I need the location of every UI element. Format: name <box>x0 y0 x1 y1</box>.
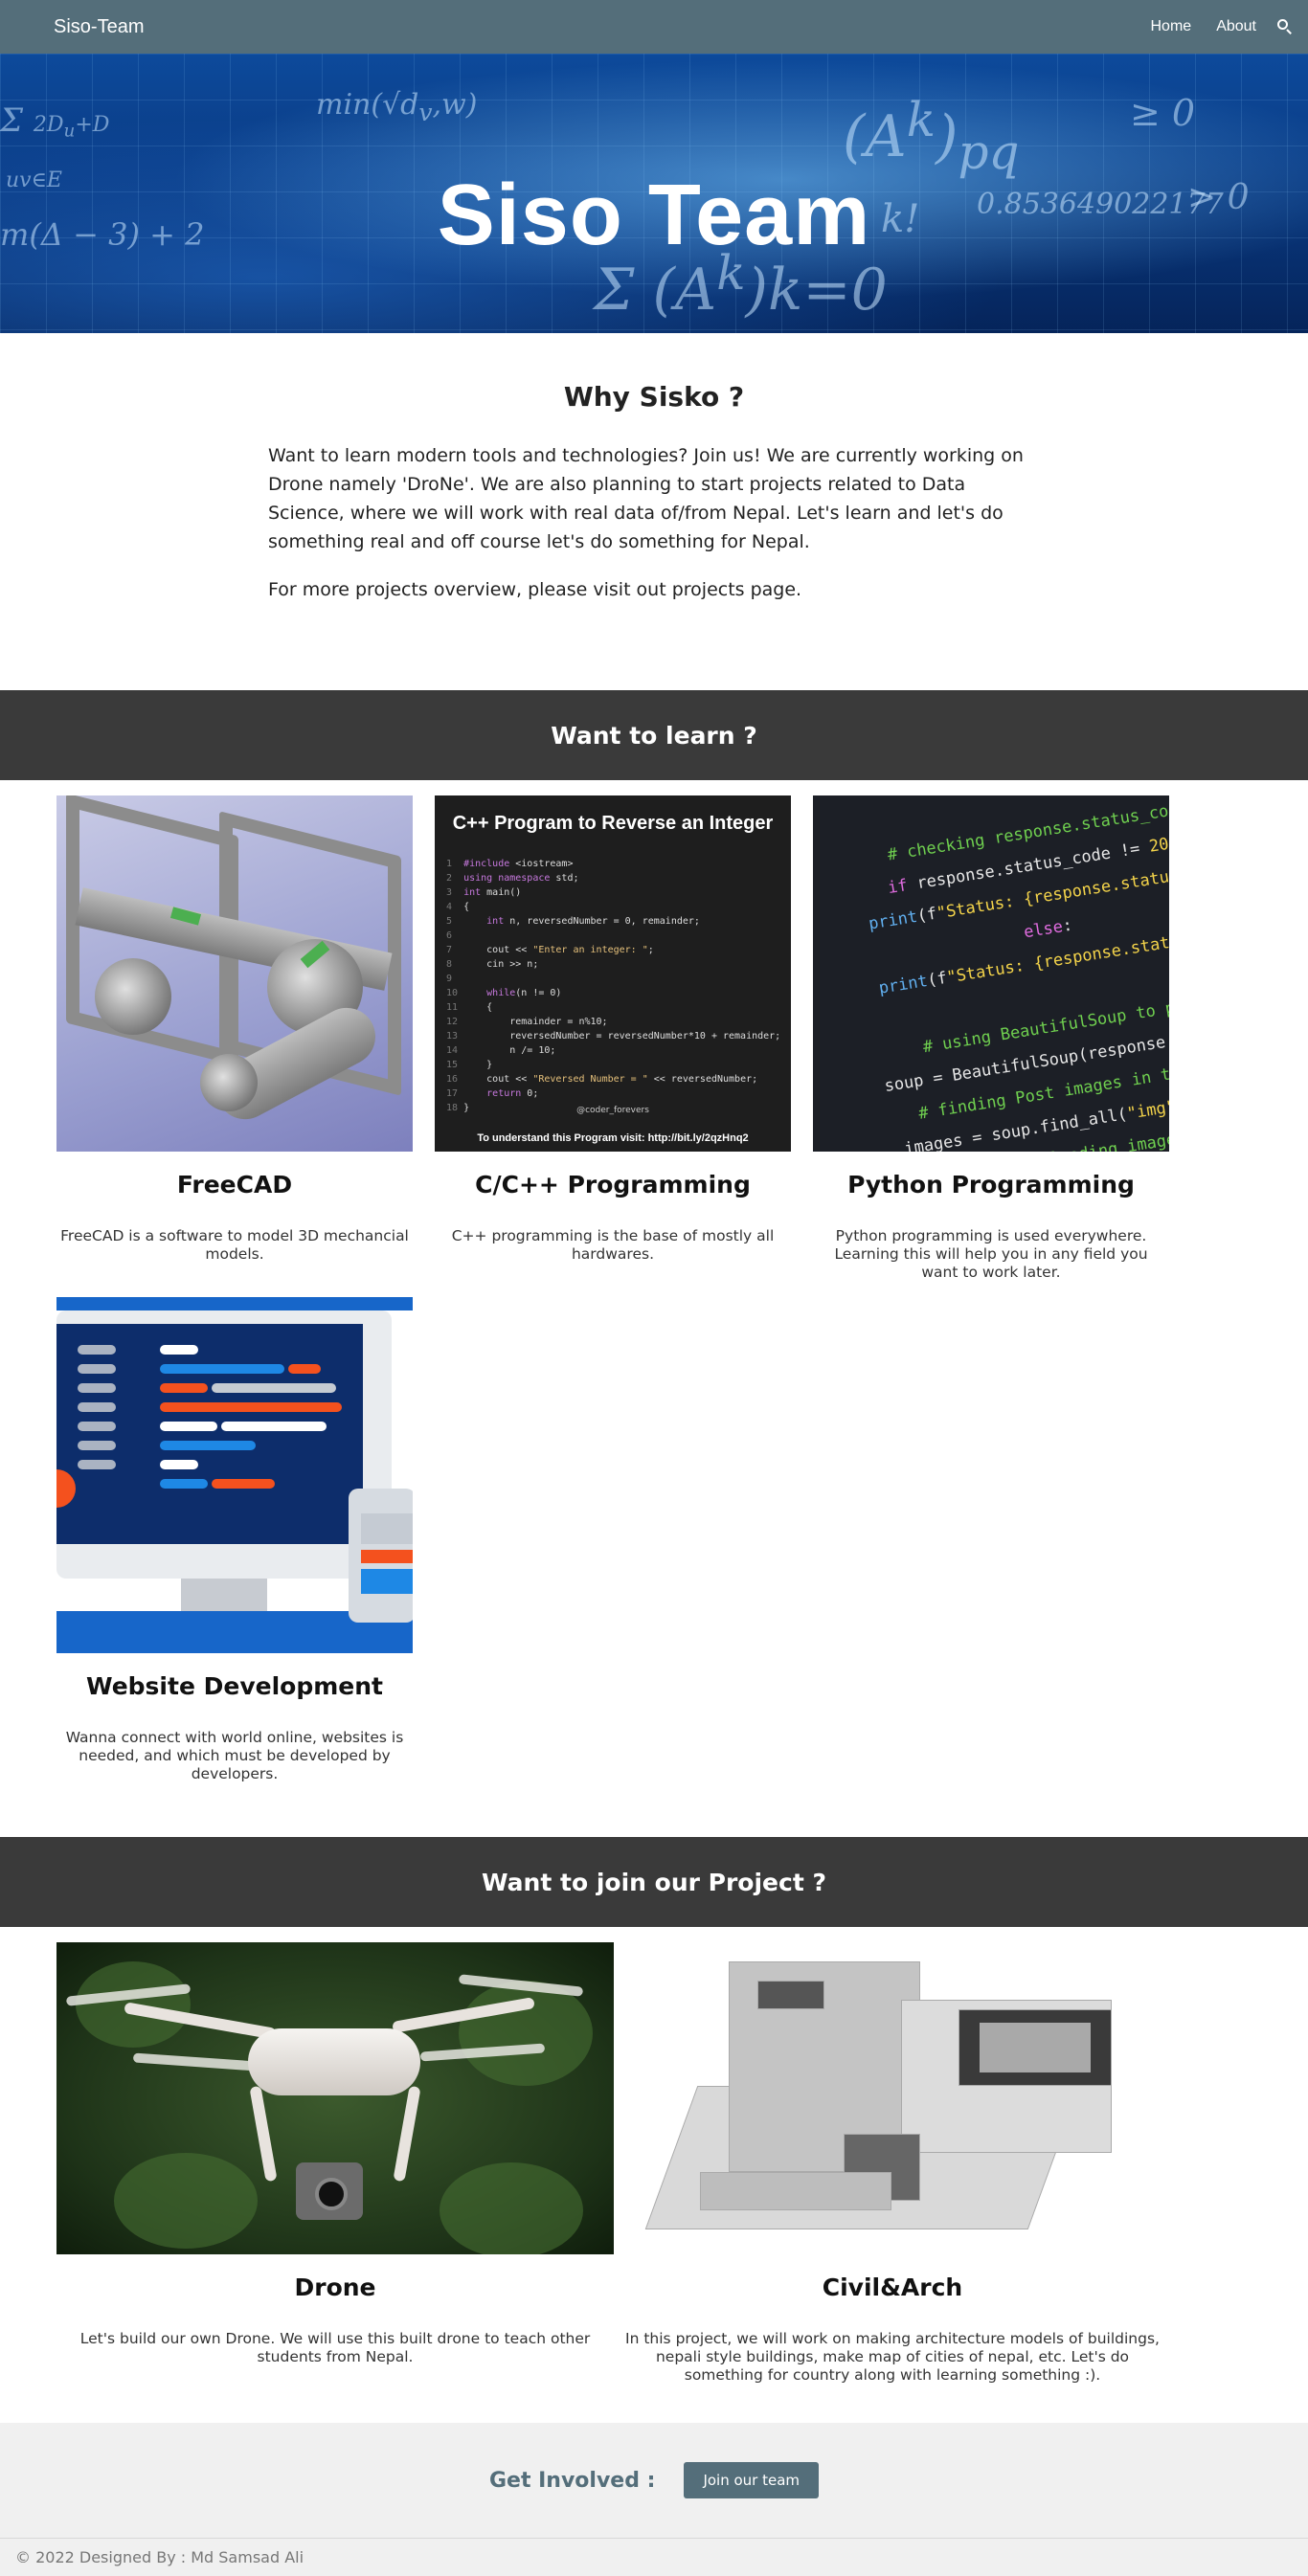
search-icon[interactable] <box>1277 19 1293 34</box>
card-webdev: Website Development Wanna connect with w… <box>56 1297 413 1783</box>
cpp-code-image: C++ Program to Reverse an Integer 1 #inc… <box>435 795 791 1152</box>
project-drone: Drone Let's build our own Drone. We will… <box>56 1942 614 2385</box>
get-involved-label: Get Involved : <box>488 2468 656 2493</box>
join-band: Want to join our Project ? <box>0 1837 1308 1927</box>
hero-title: Siso Team <box>437 168 871 263</box>
learn-cards: FreeCAD FreeCAD is a software to model 3… <box>56 780 1252 1799</box>
why-paragraph: Want to learn modern tools and technolog… <box>268 445 1024 552</box>
card-title: C/C++ Programming <box>475 1171 751 1198</box>
card-title: Website Development <box>86 1672 383 1700</box>
card-freecad: FreeCAD FreeCAD is a software to model 3… <box>56 795 413 1282</box>
card-description: C++ programming is the base of mostly al… <box>451 1227 775 1263</box>
project-cards: Drone Let's build our own Drone. We will… <box>56 1927 1252 2385</box>
drone-image <box>56 1942 614 2254</box>
nav-links: Home About <box>1151 18 1292 35</box>
civil-arch-image <box>614 1942 1171 2254</box>
navbar: Siso-Team Home About <box>0 0 1308 54</box>
card-title: Python Programming <box>847 1171 1135 1198</box>
footer: © 2022 Designed By : Md Samsad Ali <box>0 2538 1308 2576</box>
project-description: In this project, we will work on making … <box>625 2330 1160 2384</box>
learn-band: Want to learn ? <box>0 690 1308 780</box>
project-civil-arch: Civil&Arch In this project, we will work… <box>614 1942 1171 2385</box>
join-team-button[interactable]: Join our team <box>684 2462 820 2498</box>
webdev-image <box>56 1297 413 1653</box>
card-python: = requests.get(url) # checking response.… <box>813 795 1169 1282</box>
learn-heading: Want to learn ? <box>551 721 757 750</box>
footer-copyright: © 2022 Designed By : Md Samsad Ali <box>15 2548 304 2566</box>
cpp-image-footer: To understand this Program visit: http:/… <box>477 1132 749 1144</box>
card-description: FreeCAD is a software to model 3D mechan… <box>60 1227 409 1263</box>
project-title: Drone <box>294 2274 376 2301</box>
card-cpp: C++ Program to Reverse an Integer 1 #inc… <box>435 795 791 1282</box>
nav-about-link[interactable]: About <box>1216 18 1256 35</box>
freecad-image <box>56 795 413 1152</box>
nav-home-link[interactable]: Home <box>1151 18 1192 35</box>
brand-link[interactable]: Siso-Team <box>54 16 144 38</box>
why-projects-note: For more projects overview, please visit… <box>268 579 802 600</box>
project-title: Civil&Arch <box>822 2274 963 2301</box>
card-description: Wanna connect with world online, website… <box>65 1729 404 1782</box>
card-description: Python programming is used everywhere. L… <box>834 1227 1148 1281</box>
get-involved-section: Get Involved : Join our team <box>0 2423 1308 2538</box>
cpp-image-credit: @coder_forevers <box>576 1106 649 1115</box>
hero-banner: Σ 2Du+D uv∈E m(Δ − 3) + 2 min(√dv,w) (Ak… <box>0 54 1308 333</box>
cpp-image-title: C++ Program to Reverse an Integer <box>452 813 774 834</box>
why-heading: Why Sisko ? <box>563 381 745 413</box>
card-title: FreeCAD <box>176 1171 293 1198</box>
why-section: Why Sisko ? Want to learn modern tools a… <box>0 333 1308 690</box>
join-heading: Want to join our Project ? <box>482 1868 826 1896</box>
project-description: Let's build our own Drone. We will use t… <box>79 2330 591 2365</box>
python-code-image: = requests.get(url) # checking response.… <box>813 795 1169 1152</box>
